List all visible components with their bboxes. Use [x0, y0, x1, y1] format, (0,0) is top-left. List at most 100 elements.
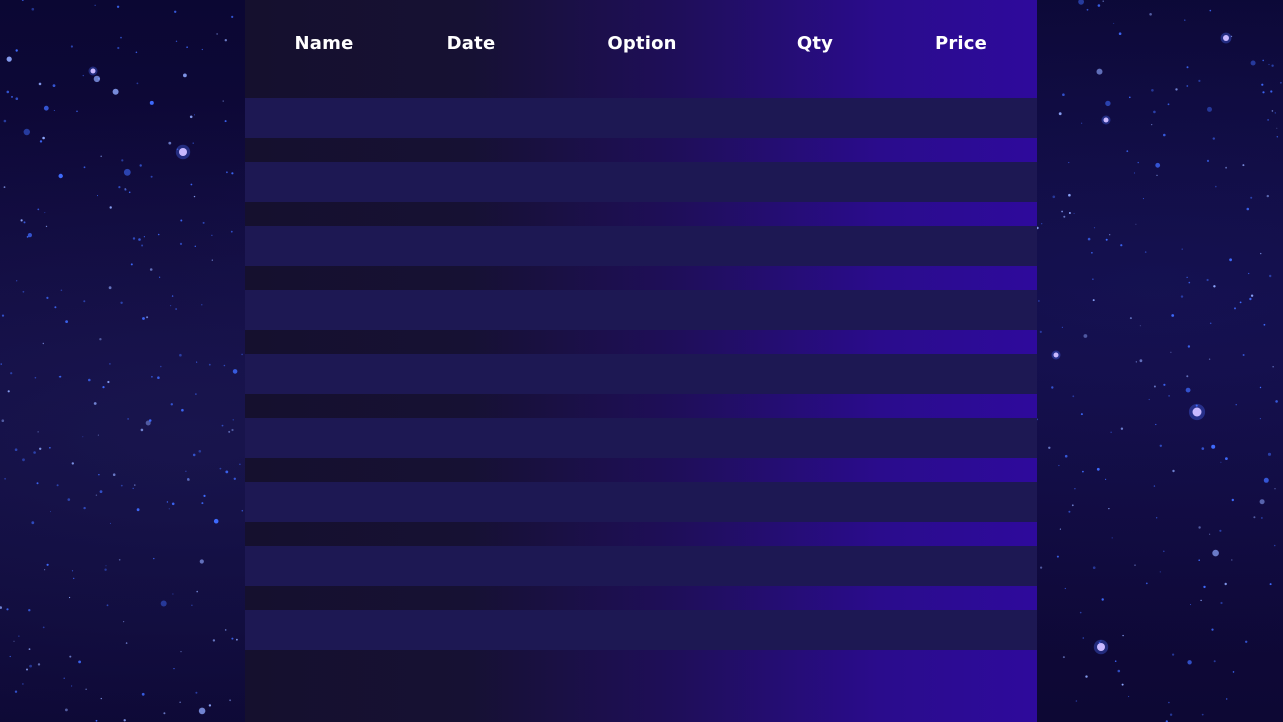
- star: [37, 431, 39, 433]
- star: [21, 0, 24, 1]
- star: [1135, 223, 1137, 225]
- star: [1059, 528, 1061, 530]
- star: [1109, 234, 1111, 236]
- star: [1139, 325, 1141, 327]
- star: [1234, 307, 1236, 310]
- star: [132, 487, 134, 490]
- table-row[interactable]: [245, 354, 1037, 394]
- star: [1229, 258, 1232, 262]
- table-row[interactable]: [245, 546, 1037, 586]
- star: [1235, 404, 1237, 406]
- star: [120, 484, 123, 487]
- star: [1211, 444, 1216, 449]
- table-header: Name Date Option Qty Price: [245, 0, 1037, 98]
- star: [1159, 444, 1163, 447]
- star: [179, 353, 182, 357]
- star: [228, 430, 231, 433]
- star: [1220, 601, 1223, 605]
- star: [0, 606, 2, 609]
- table-row[interactable]: [245, 482, 1037, 522]
- star: [1271, 64, 1274, 67]
- star: [120, 36, 122, 39]
- star: [71, 685, 73, 687]
- star: [71, 570, 74, 572]
- star: [1062, 93, 1065, 96]
- star: [1079, 611, 1082, 614]
- star: [73, 577, 75, 580]
- star: [125, 642, 128, 644]
- column-header-qty[interactable]: Qty: [797, 33, 833, 54]
- star: [139, 164, 142, 167]
- star: [1198, 526, 1201, 529]
- star: [208, 363, 211, 366]
- star: [46, 563, 49, 566]
- star: [1118, 32, 1122, 35]
- table-row[interactable]: [245, 610, 1037, 650]
- star: [1206, 159, 1210, 162]
- column-header-option[interactable]: Option: [607, 33, 676, 54]
- star: [63, 677, 65, 679]
- star: [26, 236, 29, 238]
- star: [1137, 161, 1139, 164]
- star: [88, 378, 91, 382]
- star: [44, 212, 46, 214]
- star: [1213, 660, 1216, 663]
- star: [1187, 660, 1192, 665]
- star: [230, 230, 233, 233]
- star: [1151, 89, 1154, 92]
- star: [1231, 559, 1233, 561]
- star: [34, 376, 37, 379]
- star: [160, 365, 162, 368]
- star: [1, 314, 5, 317]
- star: [1153, 110, 1156, 114]
- star: [173, 668, 175, 670]
- star: [1039, 330, 1042, 333]
- star: [198, 707, 206, 715]
- star: [85, 688, 87, 690]
- star: [153, 557, 155, 560]
- star: [15, 97, 19, 100]
- table-row[interactable]: [245, 226, 1037, 266]
- star: [82, 436, 84, 438]
- column-header-price[interactable]: Price: [935, 33, 987, 54]
- star: [1122, 634, 1124, 637]
- star: [1105, 238, 1108, 241]
- star: [208, 704, 212, 707]
- star: [1105, 478, 1107, 480]
- column-header-name[interactable]: Name: [295, 33, 354, 54]
- star: [1062, 656, 1065, 659]
- star: [36, 482, 39, 485]
- star: [11, 95, 13, 98]
- star: [22, 458, 25, 462]
- table-row[interactable]: [245, 418, 1037, 458]
- star: [149, 100, 154, 105]
- star: [23, 128, 30, 136]
- star: [1071, 504, 1074, 507]
- bright-star: [90, 68, 96, 74]
- star: [1242, 164, 1245, 167]
- star: [1263, 477, 1269, 483]
- star: [157, 233, 160, 236]
- star: [69, 655, 72, 658]
- star: [109, 206, 112, 209]
- table-row[interactable]: [245, 162, 1037, 202]
- star: [23, 221, 26, 224]
- star: [231, 637, 234, 640]
- star: [141, 692, 145, 696]
- star: [121, 159, 124, 162]
- star: [1058, 112, 1062, 116]
- column-header-date[interactable]: Date: [447, 33, 496, 54]
- star: [1153, 485, 1156, 487]
- star: [1148, 398, 1150, 401]
- star: [1186, 85, 1189, 87]
- star: [1226, 698, 1228, 700]
- star: [134, 484, 136, 486]
- table-row[interactable]: [245, 290, 1037, 330]
- table-row[interactable]: [245, 98, 1037, 138]
- star: [1190, 604, 1192, 606]
- star: [1092, 278, 1094, 280]
- star: [221, 424, 224, 427]
- star: [1203, 585, 1206, 589]
- star: [1153, 385, 1156, 388]
- star: [109, 363, 111, 365]
